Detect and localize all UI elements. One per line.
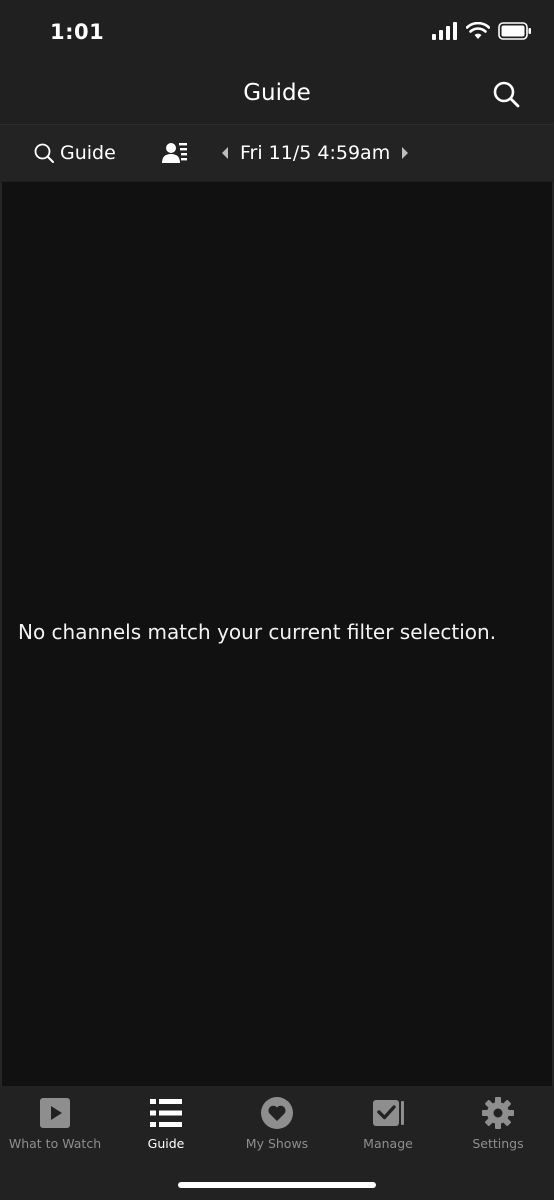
tab-label: Settings (472, 1136, 524, 1151)
page-title: Guide (243, 80, 311, 106)
guide-content: No channels match your current filter se… (0, 182, 554, 1086)
battery-icon (498, 22, 531, 40)
profile-filter-icon[interactable] (162, 141, 188, 165)
heart-icon (261, 1097, 293, 1129)
play-icon (40, 1098, 70, 1128)
gear-icon (482, 1097, 514, 1129)
empty-state-message: No channels match your current filter se… (18, 620, 497, 644)
guide-search-label: Guide (60, 142, 116, 164)
tab-label: My Shows (245, 1136, 309, 1151)
search-icon (34, 143, 54, 163)
tab-what-to-watch[interactable]: What to Watch (0, 1096, 110, 1156)
wifi-icon (466, 22, 490, 39)
status-time: 1:01 (50, 20, 105, 44)
search-icon[interactable] (492, 80, 520, 108)
tab-label: Manage (363, 1136, 413, 1151)
tab-guide[interactable]: Guide (111, 1096, 221, 1156)
status-bar: 1:01 (0, 0, 554, 64)
tab-label: Guide (147, 1136, 185, 1151)
header: Guide (0, 64, 554, 124)
app-screen: 1:01 Guide Guide Fri 11/5 4:59am No chan… (0, 0, 554, 1200)
filter-bar: Guide Fri 11/5 4:59am (0, 124, 554, 181)
home-indicator[interactable] (178, 1182, 376, 1188)
tab-manage[interactable]: Manage (333, 1096, 443, 1156)
list-icon (150, 1099, 182, 1127)
checkbox-icon (373, 1100, 404, 1126)
tab-my-shows[interactable]: My Shows (222, 1096, 332, 1156)
guide-search-button[interactable]: Guide (34, 141, 116, 165)
date-time-label[interactable]: Fri 11/5 4:59am (240, 142, 390, 164)
date-navigator: Fri 11/5 4:59am (220, 139, 410, 167)
signal-icon (432, 22, 457, 40)
tab-settings[interactable]: Settings (443, 1096, 553, 1156)
status-icons (432, 22, 532, 40)
tab-label: What to Watch (8, 1136, 102, 1151)
previous-arrow-icon[interactable] (220, 146, 230, 160)
next-arrow-icon[interactable] (400, 146, 410, 160)
